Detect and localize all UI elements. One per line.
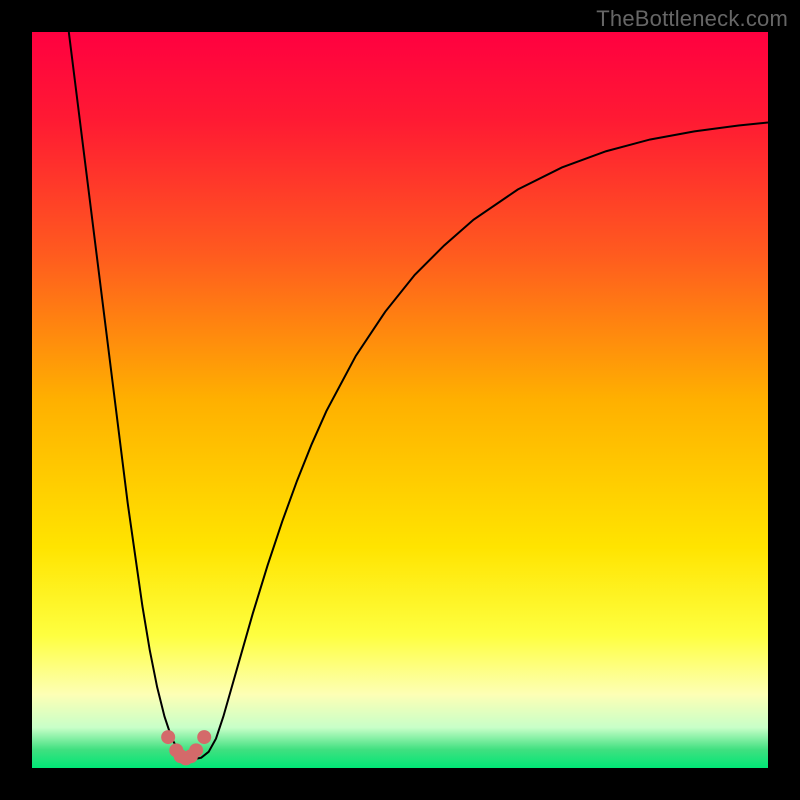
marker-dot: [161, 730, 175, 744]
marker-dot: [189, 743, 203, 757]
gradient-background: [32, 32, 768, 768]
chart-frame: [32, 32, 768, 768]
bottleneck-chart: [32, 32, 768, 768]
watermark-label: TheBottleneck.com: [596, 6, 788, 32]
marker-dot: [197, 730, 211, 744]
